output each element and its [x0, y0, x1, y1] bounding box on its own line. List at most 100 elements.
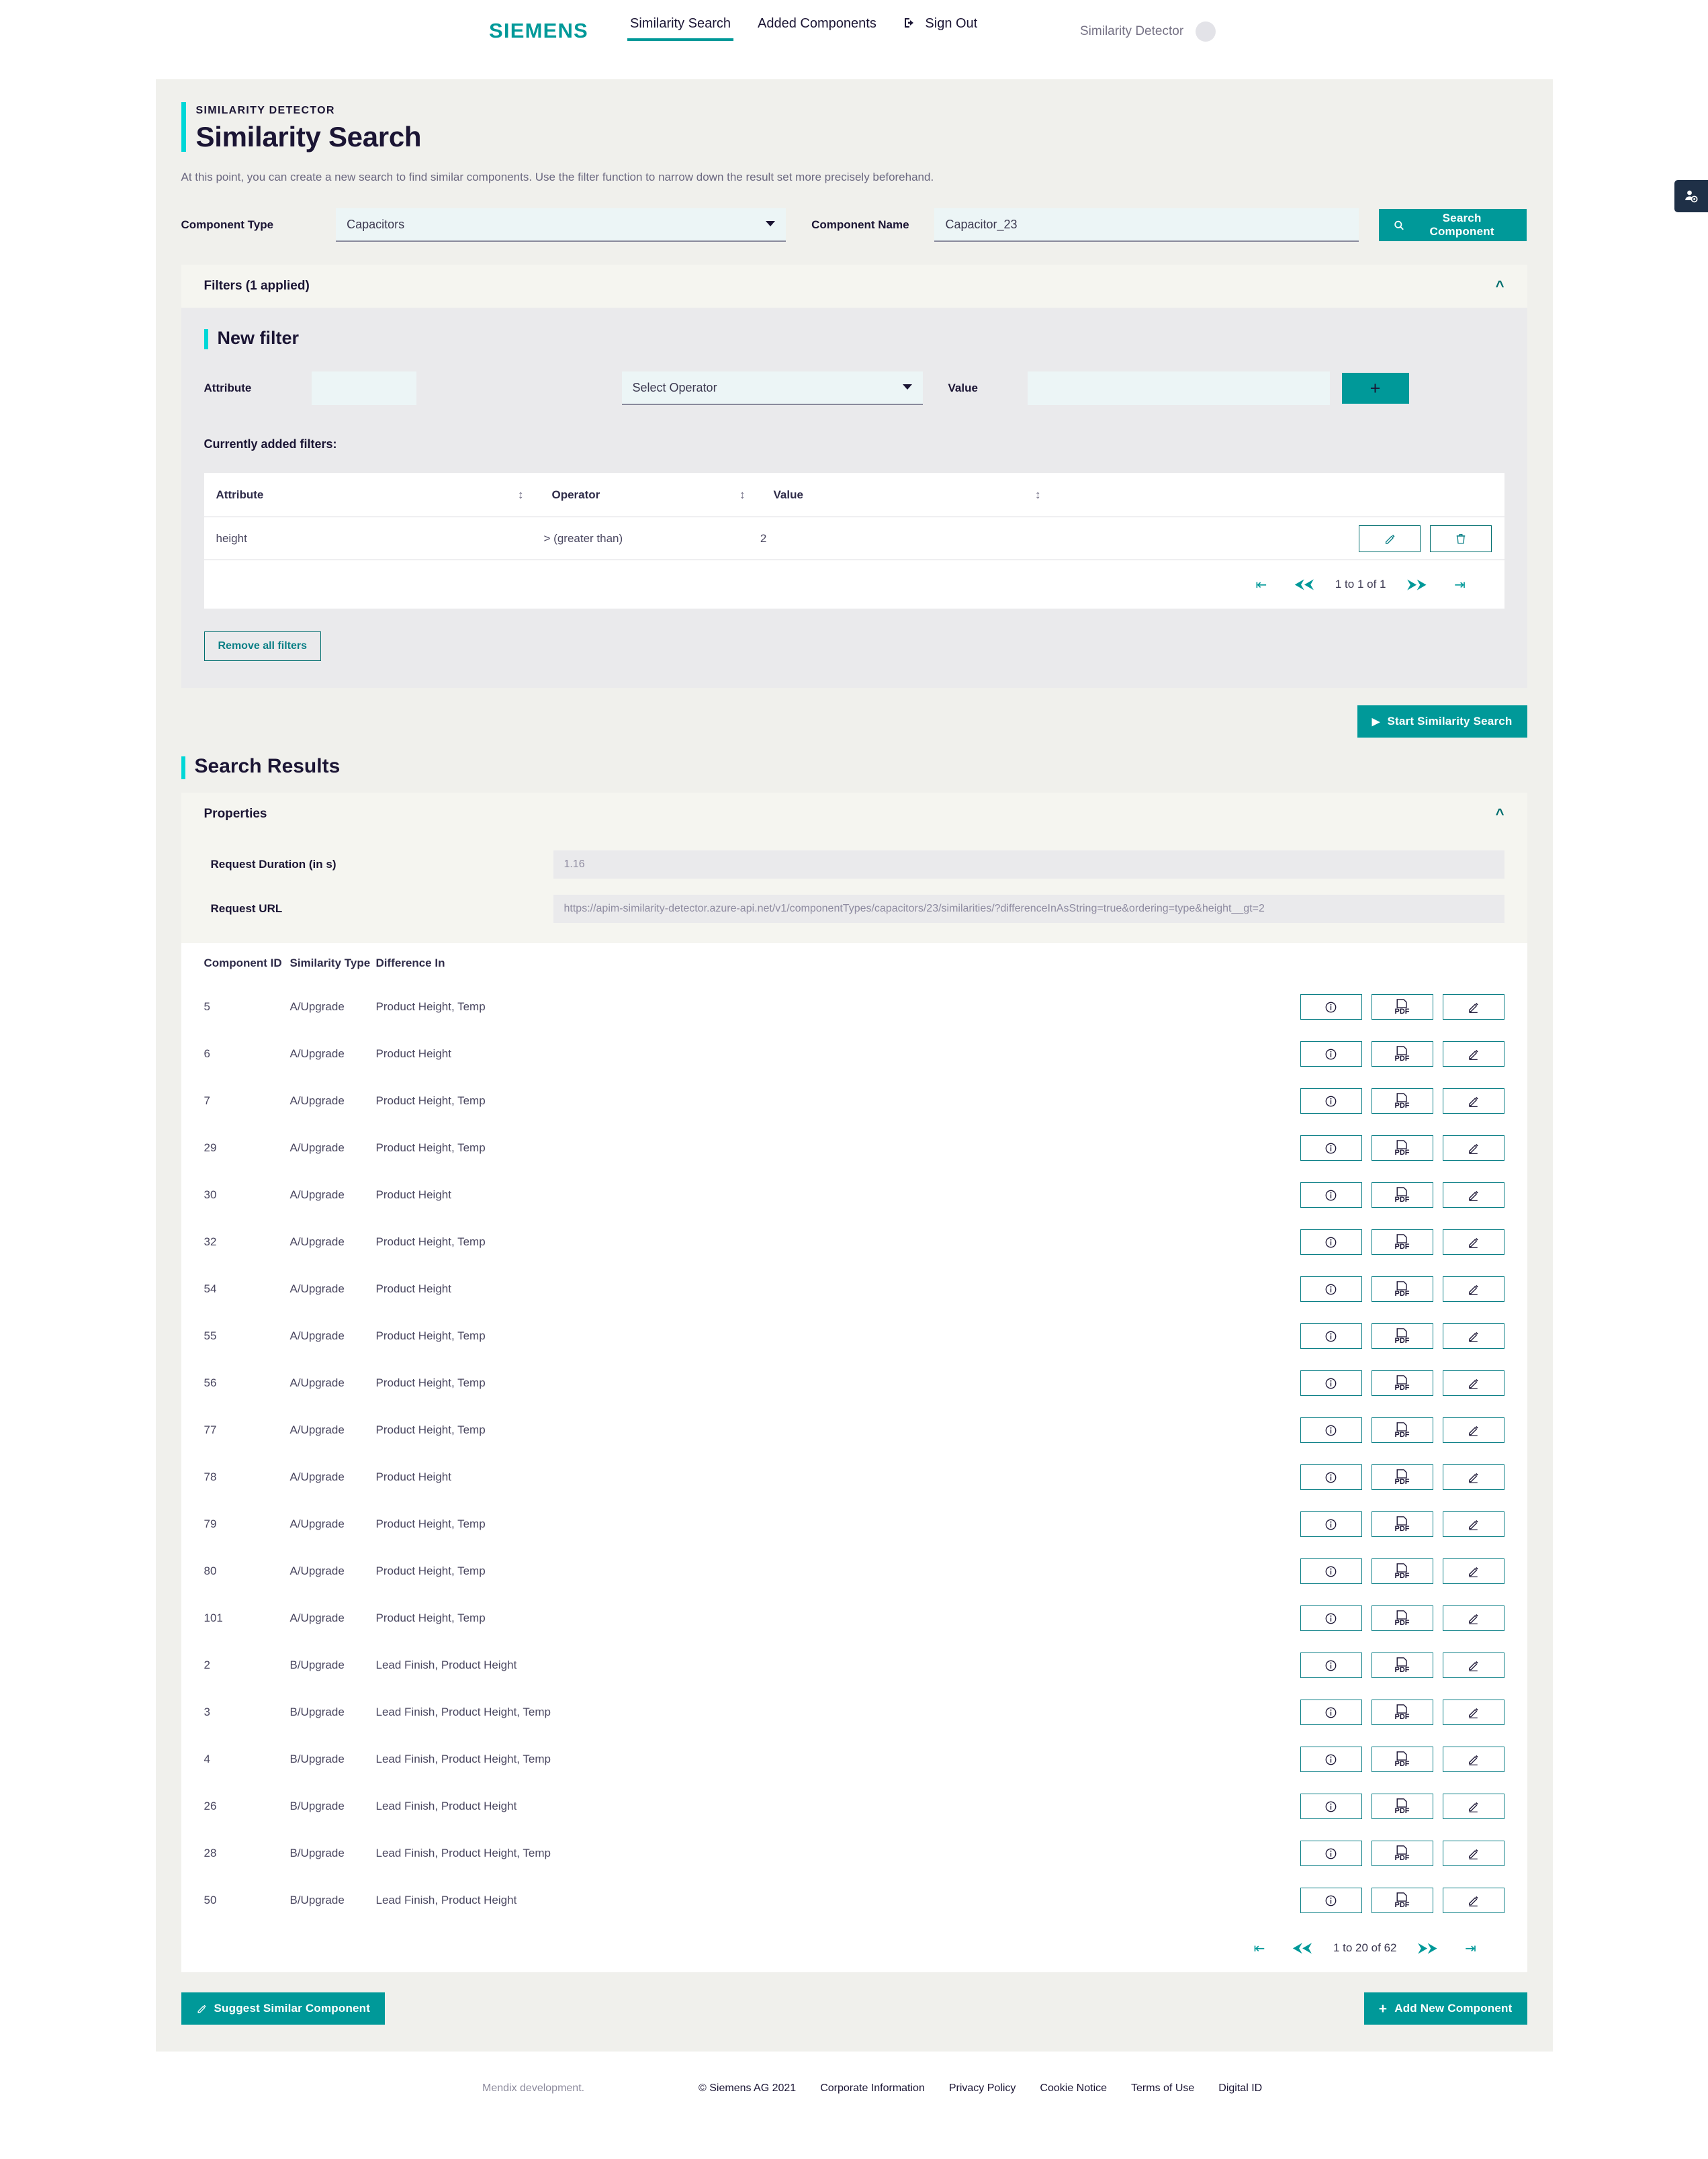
result-info-button[interactable] [1300, 1653, 1362, 1678]
result-edit-button[interactable] [1442, 1794, 1504, 1819]
search-component-button[interactable]: Search Component [1378, 209, 1527, 241]
next-page-button[interactable]: ⮞⮞ [1396, 577, 1439, 592]
result-pdf-button[interactable]: PDF [1371, 1558, 1433, 1584]
result-edit-button[interactable] [1442, 1088, 1504, 1114]
result-info-button[interactable] [1300, 1182, 1362, 1208]
last-page-button[interactable]: ⇥ [1449, 1940, 1492, 1957]
result-info-button[interactable] [1300, 994, 1362, 1020]
avatar[interactable] [1196, 21, 1216, 42]
nav-item-similarity-search[interactable]: Similarity Search [617, 16, 744, 46]
footer-link-digital-id[interactable]: Digital ID [1218, 2082, 1262, 2095]
result-info-button[interactable] [1300, 1605, 1362, 1631]
result-edit-button[interactable] [1442, 1135, 1504, 1161]
result-pdf-button[interactable]: PDF [1371, 1041, 1433, 1067]
chevron-up-icon[interactable]: ^ [1496, 279, 1504, 294]
result-info-button[interactable] [1300, 1229, 1362, 1255]
result-edit-button[interactable] [1442, 1229, 1504, 1255]
result-info-button[interactable] [1300, 1464, 1362, 1490]
result-edit-button[interactable] [1442, 1323, 1504, 1349]
result-pdf-button[interactable]: PDF [1371, 1370, 1433, 1396]
result-pdf-button[interactable]: PDF [1371, 1841, 1433, 1866]
result-edit-button[interactable] [1442, 1276, 1504, 1302]
filters-panel-header[interactable]: Filters (1 applied) ^ [181, 265, 1527, 308]
result-info-button[interactable] [1300, 1558, 1362, 1584]
result-pdf-button[interactable]: PDF [1371, 1700, 1433, 1725]
result-pdf-button[interactable]: PDF [1371, 1653, 1433, 1678]
result-info-button[interactable] [1300, 1700, 1362, 1725]
user-panel-tab[interactable] [1674, 180, 1708, 212]
attribute-input[interactable] [311, 371, 416, 405]
sort-icon[interactable]: ↕ [739, 488, 750, 502]
result-info-button[interactable] [1300, 1370, 1362, 1396]
footer-link-corporate-information[interactable]: Corporate Information [820, 2082, 925, 2095]
component-name-input[interactable] [934, 208, 1359, 242]
next-page-button[interactable]: ⮞⮞ [1406, 1941, 1449, 1956]
start-similarity-search-button[interactable]: ▶ Start Similarity Search [1357, 705, 1527, 738]
prev-page-button[interactable]: ⮜⮜ [1283, 577, 1326, 592]
add-filter-button[interactable]: + [1341, 373, 1409, 404]
suggest-similar-component-button[interactable]: Suggest Similar Component [181, 1992, 386, 2025]
result-pdf-button[interactable]: PDF [1371, 994, 1433, 1020]
result-pdf-button[interactable]: PDF [1371, 1135, 1433, 1161]
result-edit-button[interactable] [1442, 1464, 1504, 1490]
result-info-button[interactable] [1300, 1841, 1362, 1866]
result-info-button[interactable] [1300, 1135, 1362, 1161]
add-new-component-button[interactable]: + Add New Component [1363, 1992, 1527, 2025]
result-edit-button[interactable] [1442, 1700, 1504, 1725]
result-pdf-button[interactable]: PDF [1371, 1323, 1433, 1349]
result-edit-button[interactable] [1442, 1605, 1504, 1631]
remove-all-filters-button[interactable]: Remove all filters [204, 631, 321, 661]
result-edit-button[interactable] [1442, 1370, 1504, 1396]
value-input[interactable] [1027, 371, 1330, 405]
result-info-button[interactable] [1300, 1747, 1362, 1772]
last-page-button[interactable]: ⇥ [1439, 576, 1482, 593]
operator-select[interactable] [621, 371, 923, 405]
footer-link-terms-of-use[interactable]: Terms of Use [1131, 2082, 1194, 2095]
footer-link-cookie-notice[interactable]: Cookie Notice [1040, 2082, 1107, 2095]
result-info-button[interactable] [1300, 1511, 1362, 1537]
delete-filter-button[interactable] [1430, 525, 1492, 552]
prev-page-button[interactable]: ⮜⮜ [1281, 1941, 1324, 1956]
chevron-up-icon[interactable]: ^ [1496, 807, 1504, 822]
result-pdf-button[interactable]: PDF [1371, 1511, 1433, 1537]
result-info-button[interactable] [1300, 1041, 1362, 1067]
result-pdf-button[interactable]: PDF [1371, 1605, 1433, 1631]
result-pdf-button[interactable]: PDF [1371, 1417, 1433, 1443]
result-info-button[interactable] [1300, 1794, 1362, 1819]
footer-link-privacy-policy[interactable]: Privacy Policy [949, 2082, 1016, 2095]
nav-item-added-components[interactable]: Added Components [744, 16, 890, 46]
result-edit-button[interactable] [1442, 1511, 1504, 1537]
nav-item-sign-out[interactable]: Sign Out [890, 16, 991, 48]
result-pdf-button[interactable]: PDF [1371, 1229, 1433, 1255]
result-pdf-button[interactable]: PDF [1371, 1794, 1433, 1819]
sort-icon[interactable]: ↕ [1035, 488, 1045, 502]
result-edit-button[interactable] [1442, 1558, 1504, 1584]
result-pdf-button[interactable]: PDF [1371, 1464, 1433, 1490]
component-type-select-wrap[interactable] [336, 208, 786, 242]
result-edit-button[interactable] [1442, 1888, 1504, 1913]
result-info-button[interactable] [1300, 1888, 1362, 1913]
result-edit-button[interactable] [1442, 1653, 1504, 1678]
result-edit-button[interactable] [1442, 1182, 1504, 1208]
result-edit-button[interactable] [1442, 1747, 1504, 1772]
result-info-button[interactable] [1300, 1323, 1362, 1349]
result-edit-button[interactable] [1442, 1041, 1504, 1067]
result-pdf-button[interactable]: PDF [1371, 1747, 1433, 1772]
result-pdf-button[interactable]: PDF [1371, 1888, 1433, 1913]
result-info-button[interactable] [1300, 1276, 1362, 1302]
edit-filter-button[interactable] [1359, 525, 1421, 552]
operator-select-wrap[interactable] [621, 371, 923, 405]
result-pdf-button[interactable]: PDF [1371, 1276, 1433, 1302]
result-edit-button[interactable] [1442, 1841, 1504, 1866]
result-pdf-button[interactable]: PDF [1371, 1088, 1433, 1114]
result-pdf-button[interactable]: PDF [1371, 1182, 1433, 1208]
result-edit-button[interactable] [1442, 994, 1504, 1020]
first-page-button[interactable]: ⇤ [1238, 1940, 1281, 1957]
result-info-button[interactable] [1300, 1088, 1362, 1114]
first-page-button[interactable]: ⇤ [1240, 576, 1283, 593]
properties-panel-header[interactable]: Properties ^ [181, 793, 1527, 836]
result-edit-button[interactable] [1442, 1417, 1504, 1443]
result-info-button[interactable] [1300, 1417, 1362, 1443]
component-type-select[interactable] [336, 208, 786, 242]
user-area[interactable]: Similarity Detector [1080, 21, 1216, 42]
